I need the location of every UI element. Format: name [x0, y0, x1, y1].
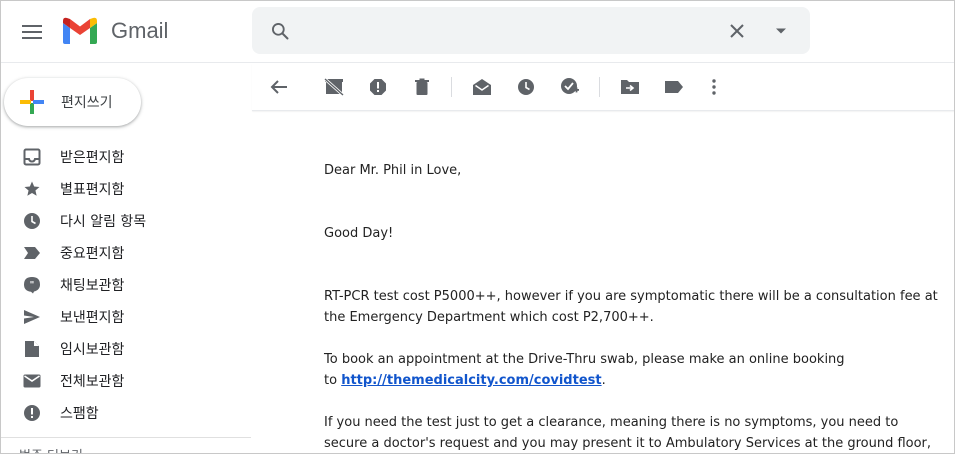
- search-options-button[interactable]: [767, 17, 795, 45]
- main-menu-button[interactable]: [15, 15, 49, 49]
- mark-unread-icon: [473, 79, 491, 95]
- more-vert-icon: [712, 79, 716, 95]
- archive-off-icon: [324, 78, 344, 96]
- message-booking-line: To book an appointment at the Drive-Thru…: [324, 352, 845, 367]
- close-icon: [730, 24, 744, 38]
- sidebar-item-label: 받은편지함: [60, 150, 125, 166]
- move-to-icon: [621, 80, 639, 94]
- labels-button[interactable]: [662, 75, 686, 99]
- compose-button[interactable]: 편지쓰기: [4, 78, 141, 126]
- sidebar-item-label: 채팅보관함: [60, 278, 125, 294]
- gmail-logo-icon[interactable]: [61, 15, 99, 45]
- mark-unread-button[interactable]: [470, 75, 494, 99]
- app-header: Gmail: [1, 1, 954, 63]
- back-arrow-icon: [270, 80, 287, 94]
- star-icon: [22, 179, 42, 199]
- message-text: to: [324, 373, 342, 388]
- search-bar: [252, 7, 810, 54]
- sidebar-item-all-mail[interactable]: 전체보관함: [1, 365, 251, 397]
- sidebar-divider: [1, 437, 251, 438]
- move-to-inbox-button[interactable]: [322, 75, 346, 99]
- report-spam-button[interactable]: [366, 75, 390, 99]
- sidebar-item-label: 별표편지함: [60, 182, 125, 198]
- sidebar-more-categories[interactable]: 범주 더보기: [19, 445, 139, 453]
- snooze-button[interactable]: [514, 75, 538, 99]
- delete-button[interactable]: [410, 75, 434, 99]
- snooze-icon: [518, 79, 534, 95]
- sidebar-item-label: 다시 알림 항목: [60, 214, 147, 230]
- compose-plus-icon: [20, 90, 44, 114]
- search-button[interactable]: [266, 17, 294, 45]
- label-important-icon: [22, 243, 42, 263]
- send-icon: [22, 307, 42, 327]
- mail-icon: [22, 371, 42, 391]
- report-icon: [22, 403, 42, 423]
- search-icon: [272, 23, 289, 40]
- report-spam-icon: [370, 79, 386, 95]
- sidebar-item-spam[interactable]: 스팸함: [1, 397, 251, 429]
- sidebar-item-snoozed[interactable]: 다시 알림 항목: [1, 205, 251, 237]
- toolbar-divider: [599, 77, 600, 97]
- label-icon: [665, 81, 683, 93]
- sidebar-item-label: 전체보관함: [60, 374, 125, 390]
- chat-icon: ": [22, 275, 42, 295]
- add-to-tasks-button[interactable]: [558, 75, 582, 99]
- compose-label: 편지쓰기: [61, 95, 113, 111]
- search-input[interactable]: [308, 15, 708, 45]
- message-paragraph-cost: RT-PCR test cost P5000++, however if you…: [324, 289, 938, 325]
- draft-icon: [22, 339, 42, 359]
- sidebar-item-starred[interactable]: 별표편지함: [1, 173, 251, 205]
- sidebar-item-label: 보낸편지함: [60, 310, 125, 326]
- gmail-window: Gmail 편지쓰기 받은편지함 별표편지함 다시 알림 항목 중요편지함 " …: [0, 0, 955, 454]
- sidebar-item-label: 중요편지함: [60, 246, 125, 262]
- sidebar-item-drafts[interactable]: 임시보관함: [1, 333, 251, 365]
- message-text: .: [601, 373, 606, 388]
- message-paragraph-booking: To book an appointment at the Drive-Thru…: [324, 349, 944, 391]
- message-greeting: Dear Mr. Phil in Love,: [324, 163, 462, 178]
- message-body: Dear Mr. Phil in Love, Good Day! RT-PCR …: [324, 151, 944, 453]
- hamburger-menu-icon: [22, 25, 42, 39]
- sidebar-item-chats[interactable]: " 채팅보관함: [1, 269, 251, 301]
- sidebar-item-inbox[interactable]: 받은편지함: [1, 141, 251, 173]
- sidebar-nav: 받은편지함 별표편지함 다시 알림 항목 중요편지함 " 채팅보관함 보낸편지함…: [1, 141, 251, 429]
- inbox-icon: [22, 147, 42, 167]
- message-toolbar: [252, 63, 954, 111]
- sidebar-item-important[interactable]: 중요편지함: [1, 237, 251, 269]
- sidebar-item-label: 임시보관함: [60, 342, 125, 358]
- back-button[interactable]: [267, 75, 291, 99]
- message-paragraph-clearance: If you need the test just to get a clear…: [324, 415, 932, 451]
- message-booking-link-line: to http://themedicalcity.com/covidtest.: [324, 370, 944, 391]
- move-to-button[interactable]: [618, 75, 642, 99]
- sidebar-item-sent[interactable]: 보낸편지함: [1, 301, 251, 333]
- add-task-icon: [561, 78, 579, 94]
- clear-search-button[interactable]: [723, 17, 751, 45]
- more-options-button[interactable]: [702, 75, 726, 99]
- delete-icon: [415, 78, 429, 95]
- caret-down-icon: [776, 28, 786, 34]
- app-name: Gmail: [111, 18, 169, 43]
- svg-text:": ": [30, 281, 35, 291]
- toolbar-divider: [451, 77, 452, 97]
- message-salutation: Good Day!: [324, 226, 394, 241]
- sidebar-item-label: 스팸함: [60, 406, 99, 422]
- clock-icon: [22, 211, 42, 231]
- booking-link[interactable]: http://themedicalcity.com/covidtest: [341, 373, 601, 388]
